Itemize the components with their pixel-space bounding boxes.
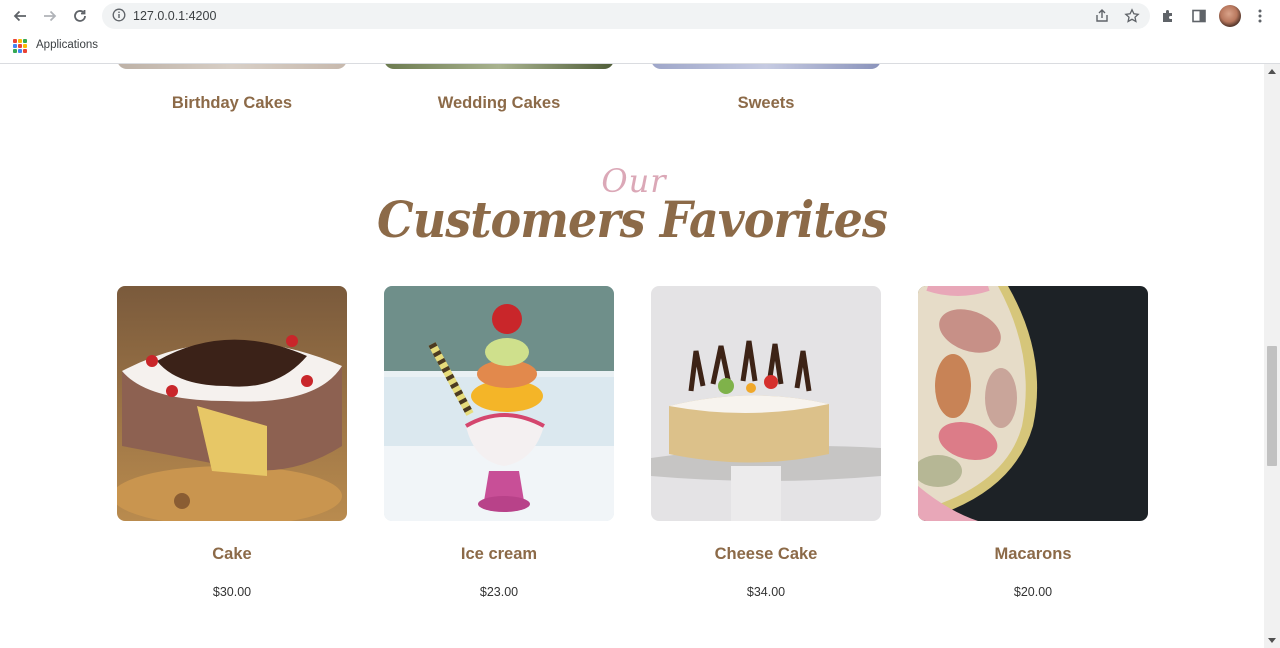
category-image-birthday-cakes[interactable] <box>117 64 347 69</box>
product-price-ice-cream: $23.00 <box>479 585 519 599</box>
scroll-down-arrow-icon[interactable] <box>1268 638 1276 643</box>
extensions-icon[interactable] <box>1157 5 1179 27</box>
apps-grid-icon[interactable] <box>13 39 27 53</box>
scroll-up-arrow-icon[interactable] <box>1268 69 1276 74</box>
product-name-cheese-cake[interactable]: Cheese Cake <box>651 545 881 564</box>
product-image-macarons[interactable] <box>918 286 1148 521</box>
reload-icon[interactable] <box>69 5 91 27</box>
category-image-sweets[interactable] <box>651 64 881 69</box>
category-image-wedding-cakes[interactable] <box>384 64 614 69</box>
product-image-cheese-cake[interactable] <box>651 286 881 521</box>
site-info-icon[interactable] <box>112 8 126 27</box>
browser-toolbar: 127.0.0.1:4200 <box>0 0 1280 33</box>
url-text: 127.0.0.1:4200 <box>133 9 217 23</box>
product-image-cake[interactable] <box>117 286 347 521</box>
product-price-macarons: $20.00 <box>1013 585 1053 599</box>
product-name-cake[interactable]: Cake <box>117 545 347 564</box>
product-name-macarons[interactable]: Macarons <box>918 545 1148 564</box>
bookmark-applications[interactable]: Applications <box>36 39 98 51</box>
category-title-sweets[interactable]: Sweets <box>651 94 881 113</box>
section-heading: Customers Favorites <box>377 190 888 249</box>
category-title-birthday-cakes[interactable]: Birthday Cakes <box>117 94 347 113</box>
forward-icon[interactable] <box>39 5 61 27</box>
bookmarks-bar: Applications <box>0 33 1280 63</box>
product-image-ice-cream[interactable] <box>384 286 614 521</box>
profile-avatar[interactable] <box>1219 5 1241 27</box>
category-title-wedding-cakes[interactable]: Wedding Cakes <box>384 94 614 113</box>
menu-kebab-icon[interactable] <box>1249 5 1271 27</box>
share-icon[interactable] <box>1094 8 1110 29</box>
browser-chrome: 127.0.0.1:4200 Applications <box>0 0 1280 64</box>
page-content: Birthday Cakes Wedding Cakes Sweets Our … <box>0 64 1264 648</box>
product-price-cake: $30.00 <box>212 585 252 599</box>
address-bar[interactable]: 127.0.0.1:4200 <box>102 3 1150 29</box>
back-icon[interactable] <box>9 5 31 27</box>
scrollbar-thumb[interactable] <box>1267 346 1277 466</box>
side-panel-icon[interactable] <box>1188 5 1210 27</box>
product-name-ice-cream[interactable]: Ice cream <box>384 545 614 564</box>
page-scrollbar[interactable] <box>1264 64 1280 648</box>
product-price-cheese-cake: $34.00 <box>746 585 786 599</box>
bookmark-star-icon[interactable] <box>1124 8 1140 29</box>
